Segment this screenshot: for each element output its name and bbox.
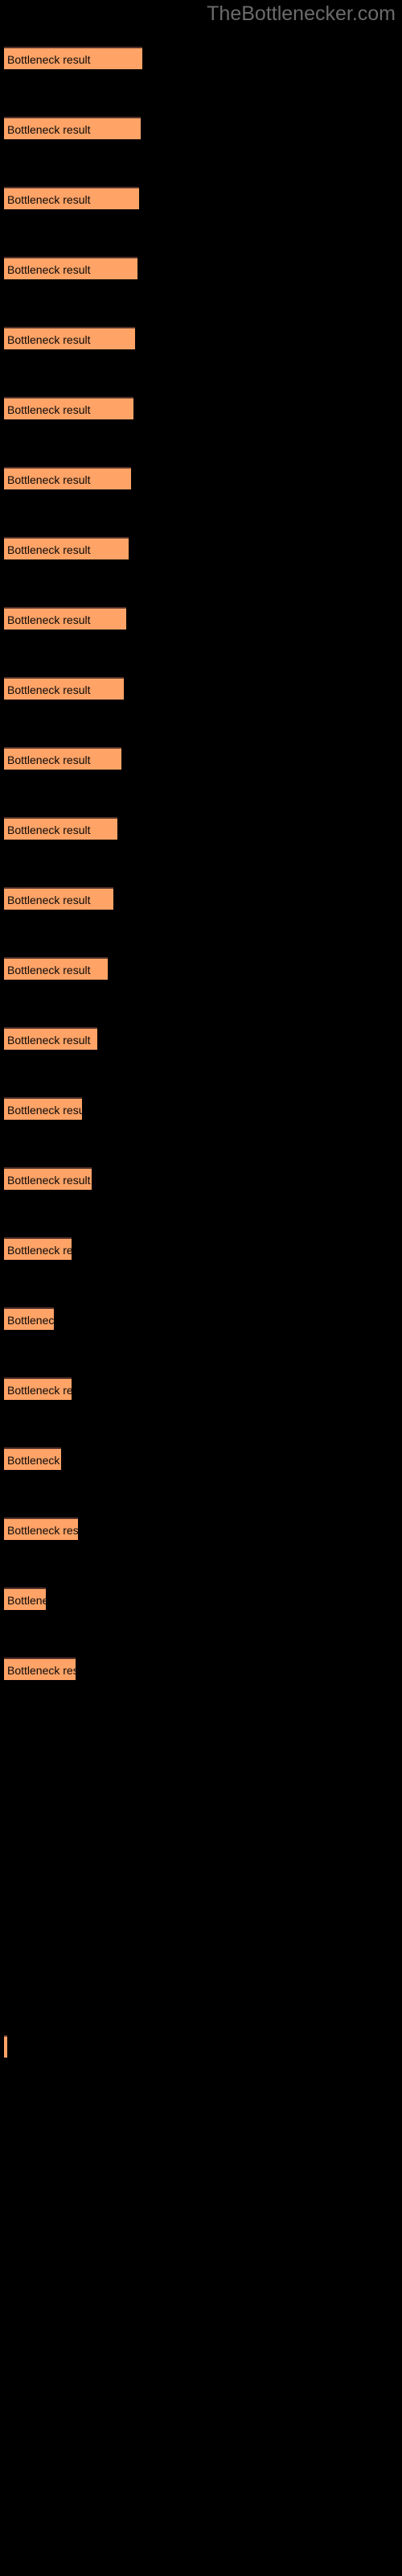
bar-row: Bottleneck result: [4, 1307, 54, 1330]
bottleneck-result-bar[interactable]: Bottleneck result: [4, 677, 124, 700]
bar-row: Bottleneck result: [4, 1587, 46, 1610]
bar-label: Bottleneck result: [7, 543, 91, 556]
bar-label: Bottleneck result: [7, 753, 91, 766]
bar-label: Bottleneck result: [7, 613, 91, 626]
bar-label: Bottleneck result: [7, 964, 91, 976]
bar-row: Bottleneck result: [4, 327, 135, 349]
bar-row: Bottleneck result: [4, 1517, 78, 1540]
bar-row: Bottleneck result: [4, 47, 142, 69]
bar-label: Bottleneck result: [7, 1664, 76, 1677]
bottleneck-result-bar[interactable]: Bottleneck result: [4, 957, 108, 980]
bar-row: Bottleneck result: [4, 1167, 92, 1190]
bottleneck-result-bar[interactable]: Bottleneck result: [4, 257, 137, 279]
bar-row: Bottleneck result: [4, 677, 124, 700]
bar-label: Bottleneck result: [7, 1384, 72, 1397]
bottleneck-result-bar[interactable]: Bottleneck result: [4, 1237, 72, 1260]
bottleneck-result-bar[interactable]: Bottleneck result: [4, 1517, 78, 1540]
bar-label: Bottleneck result: [7, 1104, 82, 1117]
bar-row: Bottleneck result: [4, 1097, 82, 1120]
bar-row: Bottleneck result: [4, 2035, 7, 2058]
bottleneck-result-bar[interactable]: Bottleneck result: [4, 1027, 97, 1050]
bar-row: Bottleneck result: [4, 1447, 61, 1470]
bar-label: Bottleneck result: [7, 193, 91, 206]
bottleneck-result-bar[interactable]: Bottleneck result: [4, 1587, 46, 1610]
bottleneck-result-bar[interactable]: Bottleneck result: [4, 1097, 82, 1120]
bar-label: Bottleneck result: [7, 894, 91, 906]
bottleneck-result-bar[interactable]: Bottleneck result: [4, 47, 142, 69]
bottleneck-result-bar[interactable]: Bottleneck result: [4, 1447, 61, 1470]
bar-label: Bottleneck result: [7, 1174, 91, 1187]
bar-label: Bottleneck result: [7, 53, 91, 66]
bottleneck-result-bar[interactable]: Bottleneck result: [4, 1657, 76, 1680]
bar-row: Bottleneck result: [4, 1377, 72, 1400]
bar-row: Bottleneck result: [4, 467, 131, 489]
bottleneck-bar-chart: Bottleneck result Bottleneck result Bottle…: [0, 0, 402, 2576]
bar-row: Bottleneck result: [4, 117, 141, 139]
bar-row: Bottleneck result: [4, 187, 139, 209]
bar-label: Bottleneck result: [7, 824, 91, 836]
bar-row: Bottleneck result: [4, 957, 108, 980]
bottleneck-result-bar[interactable]: Bottleneck result: [4, 747, 121, 770]
bar-row: Bottleneck result: [4, 1027, 97, 1050]
bar-row: Bottleneck result: [4, 747, 121, 770]
bottleneck-result-bar[interactable]: Bottleneck result: [4, 1307, 54, 1330]
bar-label: Bottleneck result: [7, 473, 91, 486]
bottleneck-result-bar[interactable]: Bottleneck result: [4, 467, 131, 489]
bottleneck-result-bar[interactable]: Bottleneck result: [4, 607, 126, 630]
bottleneck-result-bar[interactable]: Bottleneck result: [4, 1377, 72, 1400]
bar-row: Bottleneck result: [4, 537, 129, 559]
bar-label: Bottleneck result: [7, 403, 91, 416]
bottleneck-result-bar[interactable]: Bottleneck result: [4, 397, 133, 419]
bar-label: Bottleneck result: [7, 1034, 91, 1046]
bottleneck-result-bar[interactable]: Bottleneck result: [4, 887, 113, 910]
bar-row: Bottleneck result: [4, 887, 113, 910]
bottleneck-result-bar[interactable]: Bottleneck result: [4, 327, 135, 349]
bar-label: Bottleneck result: [7, 1314, 54, 1327]
bar-label: Bottleneck result: [7, 1244, 72, 1257]
bottleneck-result-bar[interactable]: Bottleneck result: [4, 537, 129, 559]
bottleneck-result-bar[interactable]: Bottleneck result: [4, 2035, 7, 2058]
bar-label: Bottleneck result: [7, 683, 91, 696]
bar-label: Bottleneck result: [7, 263, 91, 276]
bar-row: Bottleneck result: [4, 817, 117, 840]
bar-row: Bottleneck result: [4, 1657, 76, 1680]
bottleneck-result-bar[interactable]: Bottleneck result: [4, 187, 139, 209]
bar-row: Bottleneck result: [4, 397, 133, 419]
bar-row: Bottleneck result: [4, 607, 126, 630]
bar-label: Bottleneck result: [7, 1524, 78, 1537]
bar-row: Bottleneck result: [4, 257, 137, 279]
bar-label: Bottleneck result: [7, 333, 91, 346]
bottleneck-result-bar[interactable]: Bottleneck result: [4, 817, 117, 840]
bar-label: Bottleneck result: [7, 1594, 46, 1607]
bar-row: Bottleneck result: [4, 1237, 72, 1260]
bottleneck-result-bar[interactable]: Bottleneck result: [4, 1167, 92, 1190]
bar-label: Bottleneck result: [7, 1454, 61, 1467]
bottleneck-result-bar[interactable]: Bottleneck result: [4, 117, 141, 139]
bar-label: Bottleneck result: [7, 123, 91, 136]
